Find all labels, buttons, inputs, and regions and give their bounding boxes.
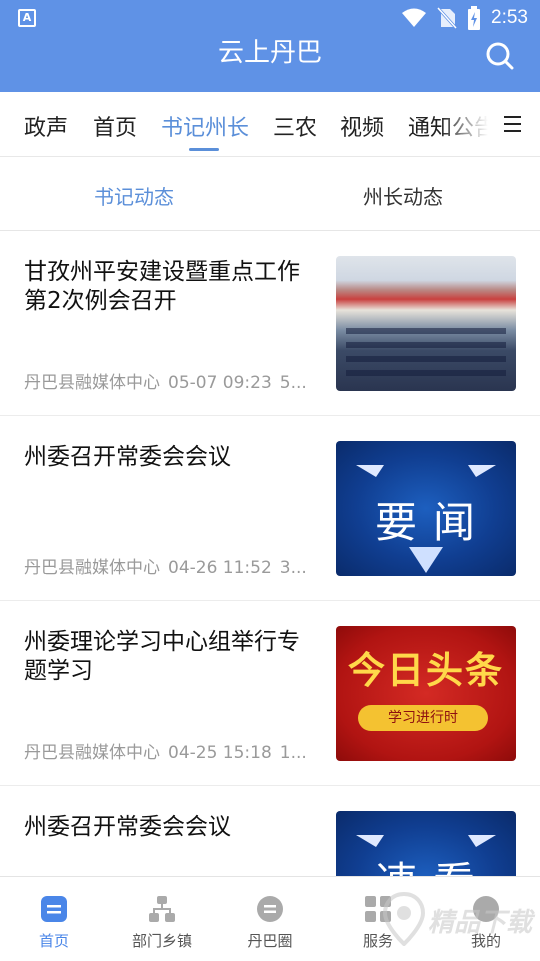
nav-departments[interactable]: 部门乡镇 bbox=[108, 877, 216, 961]
news-time: 04-25 15:18 bbox=[168, 743, 272, 763]
active-tab-indicator bbox=[189, 148, 219, 151]
chat-bubble-icon bbox=[257, 896, 283, 922]
news-source: 丹巴县融媒体中心 bbox=[24, 373, 160, 393]
news-source: 丹巴县融媒体中心 bbox=[24, 558, 160, 578]
thumb-text: 要闻 bbox=[374, 498, 491, 547]
home-doc-icon bbox=[41, 896, 67, 922]
news-source: 丹巴县融媒体中心 bbox=[24, 743, 160, 763]
news-thumbnail-meeting-photo bbox=[336, 256, 516, 391]
news-time: 05-07 09:23 bbox=[168, 373, 272, 393]
news-item[interactable]: 州委召开常委会会议 速看 bbox=[0, 786, 540, 876]
app-header: 云上丹巴 bbox=[0, 36, 540, 92]
watermark: 精品下载 bbox=[378, 884, 538, 954]
battery-charging-icon bbox=[468, 6, 481, 30]
accessibility-icon: A bbox=[18, 9, 36, 27]
thumb-pill: 学习进行时 bbox=[358, 705, 488, 731]
tab-secretary-governor[interactable]: 书记州长 bbox=[161, 110, 249, 142]
watermark-text: 精品下载 bbox=[428, 908, 533, 938]
news-thumbnail-yaowen: 要闻 bbox=[336, 441, 516, 576]
channel-menu-button[interactable] bbox=[492, 92, 540, 156]
news-title: 州委召开常委会会议 bbox=[24, 814, 231, 840]
news-extra: 1... bbox=[279, 743, 307, 763]
news-title: 州委召开常委会会议 bbox=[24, 444, 231, 470]
tab-home[interactable]: 首页 bbox=[93, 110, 137, 142]
wifi-icon bbox=[402, 8, 427, 27]
tab-video[interactable]: 视频 bbox=[340, 110, 384, 142]
news-time: 04-26 11:52 bbox=[168, 558, 272, 578]
news-extra: 3... bbox=[279, 558, 307, 578]
tab-zhengsheng[interactable]: 政声 bbox=[24, 110, 68, 142]
menu-icon-line bbox=[504, 123, 521, 125]
app-title: 云上丹巴 bbox=[217, 38, 322, 68]
chevron-down-decor-icon bbox=[409, 547, 443, 573]
news-meta: 丹巴县融媒体中心 04-25 15:18 1... bbox=[24, 738, 316, 763]
nav-label: 丹巴圈 bbox=[247, 932, 293, 950]
nav-label: 首页 bbox=[38, 932, 69, 950]
search-icon[interactable] bbox=[484, 40, 516, 72]
status-bar: A 2:53 bbox=[0, 0, 540, 36]
org-chart-icon bbox=[149, 896, 175, 922]
news-title: 州委理论学习中心组举行专题学习 bbox=[24, 629, 300, 684]
subtab-secretary-news[interactable]: 书记动态 bbox=[94, 181, 174, 210]
clock: 2:53 bbox=[491, 7, 528, 28]
nav-danba-circle[interactable]: 丹巴圈 bbox=[216, 877, 324, 961]
tab-sannong[interactable]: 三农 bbox=[273, 110, 317, 142]
menu-icon-line bbox=[504, 116, 521, 118]
chevron-decor-icon bbox=[356, 465, 496, 477]
news-item[interactable]: 甘孜州平安建设暨重点工作第2次例会召开 丹巴县融媒体中心 05-07 09:23 5… bbox=[0, 231, 540, 416]
menu-icon-line bbox=[504, 130, 521, 132]
no-sim-icon bbox=[437, 7, 458, 29]
subtab-governor-news[interactable]: 州长动态 bbox=[363, 181, 443, 210]
sub-tab-bar: 书记动态 州长动态 bbox=[0, 157, 540, 231]
watermark-pin-icon bbox=[382, 892, 426, 946]
news-extra: 5... bbox=[279, 373, 307, 393]
news-meta: 丹巴县融媒体中心 05-07 09:23 5... bbox=[24, 368, 316, 393]
nav-home[interactable]: 首页 bbox=[0, 877, 108, 961]
news-thumbnail-headline: 今日头条 学习进行时 bbox=[336, 626, 516, 761]
news-title: 甘孜州平安建设暨重点工作第2次例会召开 bbox=[24, 259, 300, 314]
nav-label: 部门乡镇 bbox=[131, 932, 192, 950]
channel-tab-bar: 政声 首页 书记州长 三农 视频 通知公告 bbox=[0, 92, 540, 157]
news-meta: 丹巴县融媒体中心 04-26 11:52 3... bbox=[24, 553, 316, 578]
thumb-text: 今日头条 bbox=[348, 649, 504, 692]
news-item[interactable]: 州委理论学习中心组举行专题学习 丹巴县融媒体中心 04-25 15:18 1... … bbox=[0, 601, 540, 786]
news-thumbnail-sukan: 速看 bbox=[336, 811, 516, 876]
news-item[interactable]: 州委召开常委会会议 丹巴县融媒体中心 04-26 11:52 3... 要闻 bbox=[0, 416, 540, 601]
thumb-text: 速看 bbox=[336, 849, 516, 876]
tab-fade bbox=[440, 92, 500, 156]
